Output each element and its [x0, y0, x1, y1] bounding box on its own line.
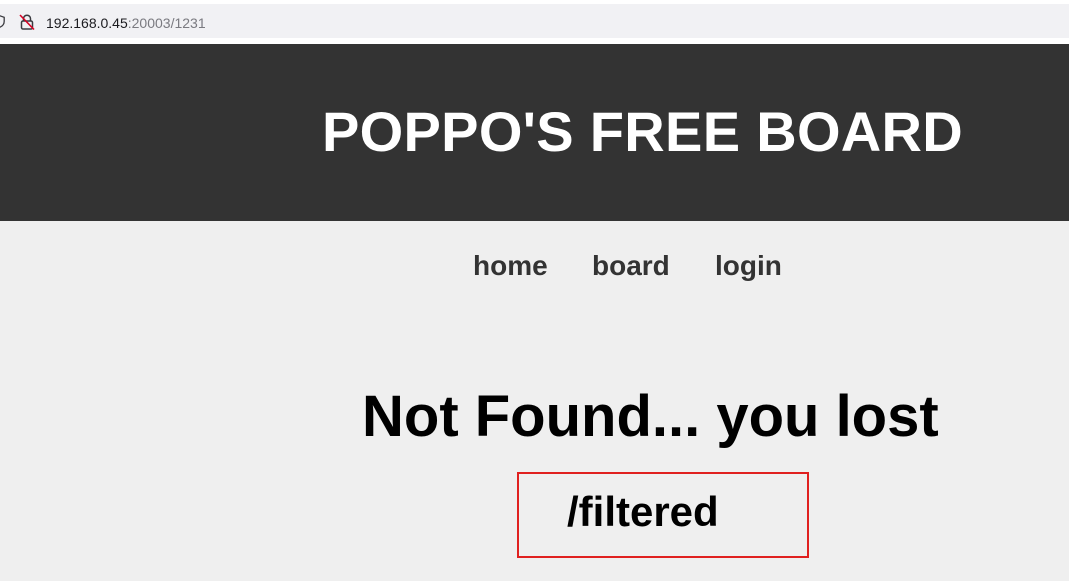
- toolbar-top-edge: [0, 0, 1069, 4]
- nav-link-login[interactable]: login: [715, 248, 782, 284]
- browser-address-bar: 192.168.0.45:20003/1231: [0, 0, 1069, 44]
- not-found-heading: Not Found... you lost: [362, 384, 939, 449]
- nav-link-home[interactable]: home: [473, 248, 548, 284]
- url-path: :20003/1231: [127, 15, 206, 31]
- site-title: POPPO'S FREE BOARD: [322, 100, 964, 163]
- not-secure-lock-icon[interactable]: [18, 13, 36, 31]
- shield-icon[interactable]: [0, 15, 5, 28]
- site-header: POPPO'S FREE BOARD: [0, 44, 1069, 221]
- main-nav: home board login: [0, 248, 1069, 288]
- url-host: 192.168.0.45: [46, 15, 128, 31]
- nav-link-board[interactable]: board: [592, 248, 670, 284]
- url-field[interactable]: 192.168.0.45:20003/1231: [46, 14, 206, 32]
- requested-path: /filtered: [567, 488, 719, 535]
